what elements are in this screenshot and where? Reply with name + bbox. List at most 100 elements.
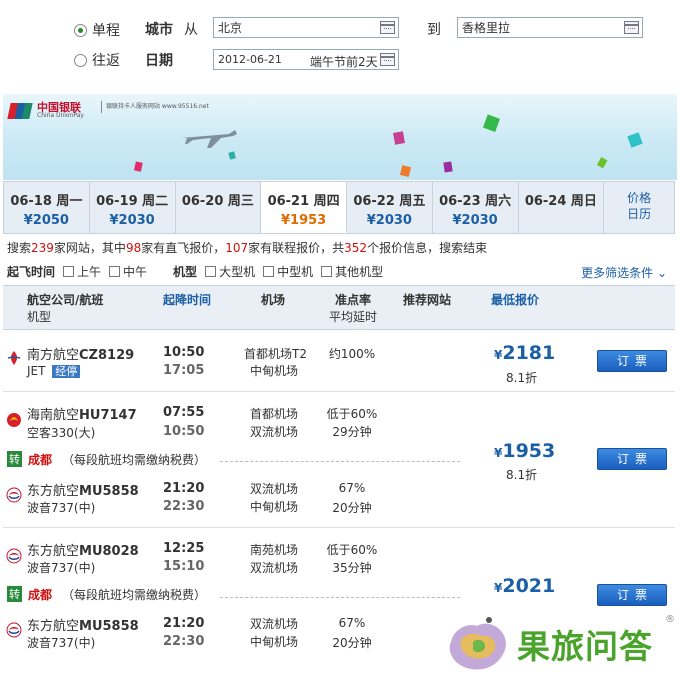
aircraft-model: 波音737(中) (27, 561, 96, 575)
round-trip-radio[interactable] (74, 53, 87, 67)
china-eastern-logo-icon (6, 487, 22, 503)
dep-time: 10:50 (163, 345, 205, 360)
avg-delay: 20分钟 (332, 501, 372, 515)
filter-noon[interactable]: 中午 (109, 263, 147, 280)
date-input[interactable]: 2012-06-21 端午节前2天 (213, 49, 399, 70)
filter-medium-label: 中型机 (277, 264, 314, 279)
col-punctual[interactable]: 准点率 平均延时 (329, 292, 377, 326)
airline-name: 海南航空 (27, 408, 80, 423)
search-form: 单程 往返 城市 从 北京 到 香格里拉 日期 2012-06-21 端午节前2… (0, 0, 680, 90)
col-punctual-label: 准点率 (335, 293, 372, 307)
one-way-radio[interactable] (74, 23, 87, 37)
checkbox-large[interactable] (205, 265, 217, 277)
one-way-option[interactable]: 单程 (74, 20, 120, 40)
flight-mu5858-airline[interactable]: 东方航空MU5858 (27, 615, 139, 634)
price-calendar-link[interactable]: 价格 日历 (604, 182, 675, 233)
combo-price: ¥2021 (494, 575, 556, 597)
arr-time: 17:05 (163, 363, 205, 378)
arr-airport: 中甸机场 (250, 364, 299, 378)
transfer-divider (220, 461, 460, 462)
arr-time: 22:30 (163, 499, 205, 514)
city-label: 城市 (145, 22, 173, 38)
checkbox-am[interactable] (63, 265, 75, 277)
airline-name: 东方航空 (27, 619, 80, 634)
dep-airport: 首都机场 (250, 407, 299, 421)
flight-mu8028-airline[interactable]: 东方航空MU8028 (27, 540, 139, 559)
date-tab-0619[interactable]: 06-19 周二 ¥2030 (89, 182, 176, 233)
date-tab-0620[interactable]: 06-20 周三 (175, 182, 262, 233)
type-filter-title: 机型 (173, 264, 198, 279)
col-sites[interactable]: 推荐网站 (403, 292, 451, 309)
transfer-badge: 转 (7, 451, 22, 467)
transfer-divider (220, 597, 460, 598)
confetti (482, 114, 500, 132)
filter-am[interactable]: 上午 (63, 263, 101, 280)
date-tab-0618[interactable]: 06-18 周一 ¥2050 (4, 182, 90, 233)
transfer-city: 成都 (28, 587, 53, 602)
filter-large-label: 大型机 (219, 264, 256, 279)
date-tab-0622[interactable]: 06-22 周五 ¥2030 (347, 182, 433, 233)
one-way-label: 单程 (92, 23, 120, 39)
filter-noon-label: 中午 (123, 264, 148, 279)
dep-time: 07:55 (163, 405, 205, 420)
filter-medium[interactable]: 中型机 (263, 263, 313, 280)
from-city-input[interactable]: 北京 (213, 17, 399, 38)
col-times[interactable]: 起降时间 (163, 292, 211, 309)
confetti (393, 131, 405, 145)
filter-other[interactable]: 其他机型 (321, 263, 383, 280)
confetti (627, 132, 643, 148)
airline-name: 东方航空 (27, 484, 80, 499)
date-tab-0623[interactable]: 06-23 周六 ¥2030 (432, 182, 519, 233)
price-value: 2181 (502, 342, 556, 364)
book-button[interactable]: 订票 (597, 448, 667, 470)
price-value: 1953 (502, 440, 556, 462)
checkbox-other[interactable] (321, 265, 333, 277)
city-picker-icon[interactable] (380, 21, 395, 34)
book-button[interactable]: 订票 (597, 584, 667, 606)
to-city-input[interactable]: 香格里拉 (457, 17, 643, 38)
checkbox-noon[interactable] (109, 265, 121, 277)
flight-number: MU8028 (79, 544, 139, 559)
tab-price: ¥2050 (23, 213, 69, 228)
col-airport[interactable]: 机场 (261, 292, 285, 309)
summary-text: 家有联程报价，共 (248, 241, 345, 255)
confetti (399, 165, 412, 178)
tab-price: ¥2030 (366, 213, 412, 228)
flight-number: CZ8129 (79, 348, 135, 363)
aircraft-model: 波音737(中) (27, 636, 96, 650)
summary-text: 搜索 (7, 241, 32, 255)
china-southern-logo-icon (7, 351, 21, 365)
confetti (596, 157, 608, 169)
tab-price: ¥2030 (452, 213, 498, 228)
date-tabs: 06-18 周一 ¥2050 06-19 周二 ¥2030 06-20 周三 0… (3, 181, 675, 234)
city-picker-icon[interactable] (624, 21, 639, 34)
stopover-badge: 经停 (52, 365, 81, 378)
col-airline[interactable]: 航空公司/航班 机型 (27, 292, 103, 326)
date-note: 端午节前2天 (310, 55, 378, 69)
ad-banner[interactable]: 中国银联 China UnionPay 银联持卡人服务网站 www.95516.n… (3, 94, 677, 180)
tab-date: 06-24 周日 (524, 194, 597, 209)
checkbox-medium[interactable] (263, 265, 275, 277)
filter-am-label: 上午 (77, 264, 102, 279)
date-tab-0624[interactable]: 06-24 周日 (518, 182, 605, 233)
flight-cz8129-airline[interactable]: 南方航空CZ8129 (27, 344, 134, 363)
avg-delay: 35分钟 (332, 561, 372, 575)
discount: 8.1折 (506, 371, 538, 385)
from-word: 从 (184, 22, 198, 38)
date-tab-0621[interactable]: 06-21 周四 ¥1953 (261, 182, 347, 233)
china-eastern-logo-icon (6, 548, 22, 564)
transfer-info: 转 成都 （每段航班均需缴纳税费） (7, 585, 206, 603)
round-trip-option[interactable]: 往返 (74, 50, 120, 70)
price-value: 2021 (502, 575, 556, 597)
filter-large[interactable]: 大型机 (205, 263, 255, 280)
more-filters-link[interactable]: 更多筛选条件 ⌄ (581, 264, 667, 281)
summary-text: 家有直飞报价， (141, 241, 226, 255)
book-button[interactable]: 订票 (597, 350, 667, 372)
col-lowest-price[interactable]: 最低报价 (491, 292, 539, 309)
flight-hu7147-airline[interactable]: 海南航空HU7147 (27, 404, 137, 423)
flight-mu5858-airline[interactable]: 东方航空MU5858 (27, 480, 139, 499)
airplane-icon (181, 130, 237, 148)
calendar-icon[interactable] (380, 53, 395, 66)
price-calendar-line1: 价格 (627, 191, 652, 205)
date-value: 2012-06-21 (218, 53, 282, 66)
